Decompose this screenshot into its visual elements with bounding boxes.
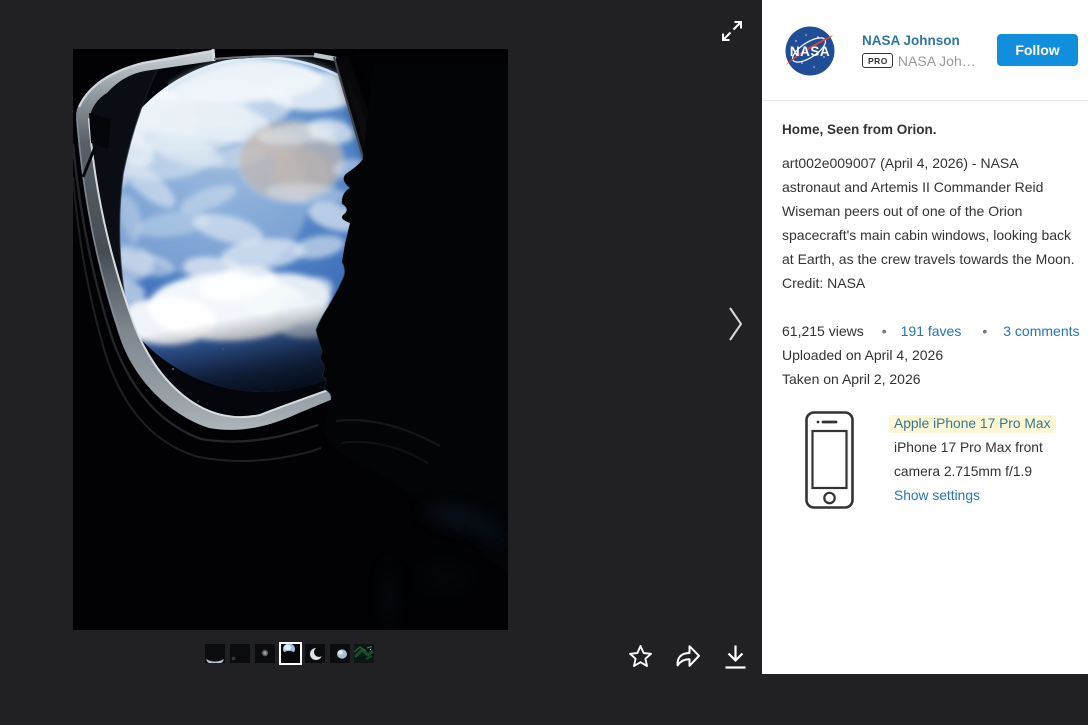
svg-text:NASA: NASA xyxy=(790,44,830,59)
